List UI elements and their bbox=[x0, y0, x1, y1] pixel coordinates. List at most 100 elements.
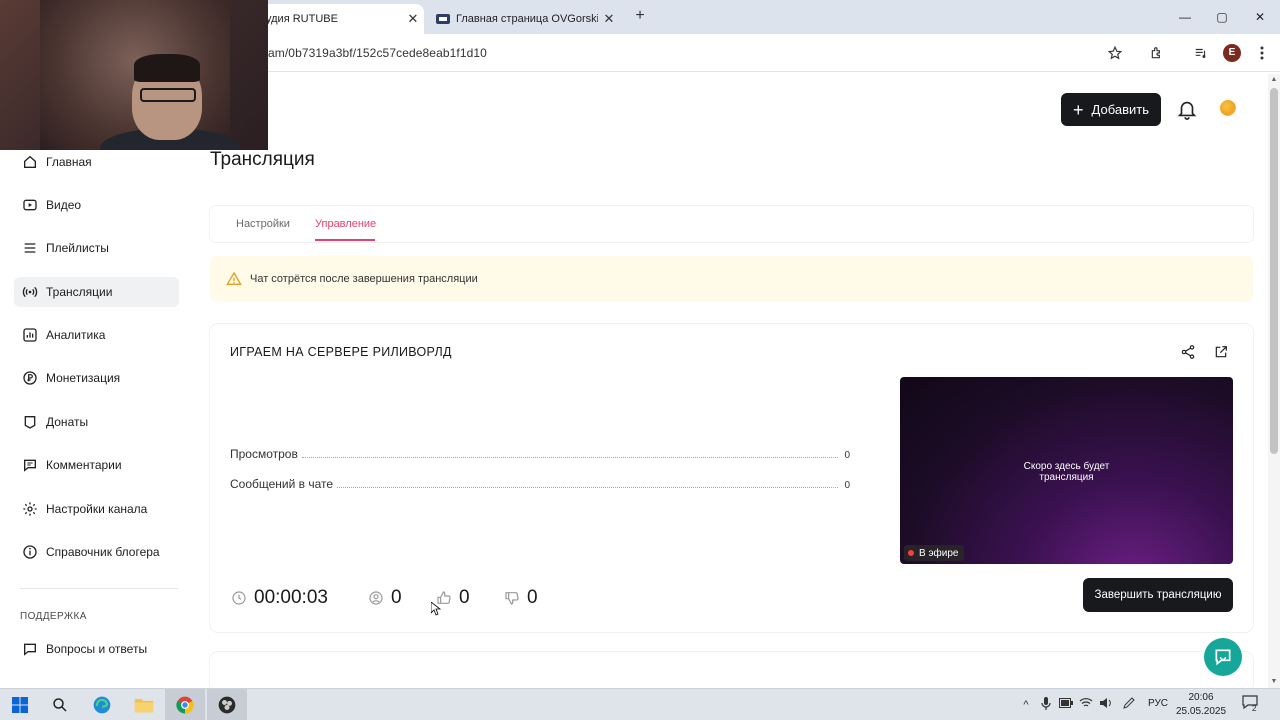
user-avatar[interactable] bbox=[1220, 100, 1236, 116]
thumbs-down-icon bbox=[503, 589, 521, 607]
support-chat-button[interactable] bbox=[1204, 638, 1242, 676]
system-clock[interactable]: 20:06 25.05.2025 bbox=[1176, 691, 1226, 719]
add-button[interactable]: + Добавить bbox=[1061, 93, 1161, 126]
file-explorer-icon[interactable] bbox=[124, 689, 164, 720]
sidebar-item-channel-settings[interactable]: Настройки канала bbox=[14, 494, 179, 524]
scroll-up-icon[interactable]: ▲ bbox=[1268, 74, 1280, 86]
sidebar-item-video[interactable]: Видео bbox=[14, 190, 179, 220]
info-icon bbox=[20, 542, 40, 562]
page-title: Трансляция bbox=[210, 149, 315, 170]
sidebar: Главная Видео Плейлисты Трансляции Анали… bbox=[0, 150, 195, 688]
bookmark-star-icon[interactable] bbox=[1104, 42, 1126, 64]
preview-placeholder-text: Скоро здесь будет трансляция bbox=[900, 461, 1233, 483]
pen-icon[interactable] bbox=[1121, 697, 1137, 713]
browser-tab-rutube[interactable]: удия RUTUBE ✕ bbox=[252, 4, 424, 34]
extensions-icon[interactable] bbox=[1146, 42, 1168, 64]
sidebar-item-label: Плейлисты bbox=[46, 241, 109, 255]
tab-management[interactable]: Управление bbox=[315, 218, 376, 230]
gear-icon bbox=[20, 499, 40, 519]
search-icon[interactable] bbox=[40, 689, 80, 720]
browser-menu-icon[interactable] bbox=[1251, 42, 1273, 64]
sidebar-item-label: Настройки канала bbox=[46, 502, 148, 516]
dotted-leader bbox=[337, 487, 839, 488]
mouse-cursor-icon bbox=[430, 601, 442, 616]
sidebar-item-playlists[interactable]: Плейлисты bbox=[14, 233, 179, 263]
browser-tab-title: Главная страница OVGorskiy bbox=[456, 13, 598, 25]
sidebar-item-home[interactable]: Главная bbox=[14, 147, 179, 177]
sidebar-item-blogger-guide[interactable]: Справочник блогера bbox=[14, 537, 179, 567]
maximize-button[interactable]: ▢ bbox=[1207, 6, 1237, 28]
faq-icon bbox=[20, 639, 40, 659]
obs-studio-icon[interactable] bbox=[207, 689, 247, 720]
close-icon[interactable]: ✕ bbox=[402, 11, 424, 27]
windows-taskbar: ^ РУС 20:06 25.05.2025 2 bbox=[0, 688, 1280, 720]
broadcast-icon bbox=[20, 282, 40, 302]
scroll-thumb[interactable] bbox=[1270, 88, 1278, 454]
notification-center-icon[interactable]: 2 bbox=[1240, 695, 1260, 715]
sidebar-item-label: Донаты bbox=[46, 415, 89, 429]
chat-warning-alert: Чат сотрётся после завершения трансляции bbox=[210, 256, 1253, 302]
webcam-person-glasses bbox=[140, 88, 196, 102]
plus-icon: + bbox=[1073, 99, 1084, 120]
home-icon bbox=[20, 152, 40, 172]
stat-label: Просмотров bbox=[230, 447, 298, 461]
add-button-label: Добавить bbox=[1091, 102, 1149, 117]
webcam-overlay bbox=[0, 0, 268, 150]
media-control-icon[interactable] bbox=[1190, 42, 1212, 64]
chrome-browser-icon[interactable] bbox=[165, 689, 205, 720]
end-stream-button[interactable]: Завершить трансляцию bbox=[1083, 578, 1233, 612]
external-link-icon[interactable] bbox=[1213, 344, 1231, 362]
tab-settings[interactable]: Настройки bbox=[236, 218, 290, 230]
sidebar-item-comments[interactable]: Комментарии bbox=[14, 450, 179, 480]
live-dot-icon bbox=[908, 550, 914, 556]
viewers-value: 0 bbox=[391, 587, 402, 608]
share-icon[interactable] bbox=[1180, 344, 1198, 362]
windows-start-icon[interactable] bbox=[0, 689, 40, 720]
window-close-button[interactable]: ✕ bbox=[1245, 6, 1275, 28]
page-scrollbar[interactable]: ▲ ▼ bbox=[1268, 74, 1280, 688]
dislikes-value: 0 bbox=[527, 587, 538, 608]
network-icon[interactable] bbox=[1078, 697, 1094, 713]
page-tabs: Настройки Управление bbox=[210, 206, 1253, 242]
sidebar-item-donations[interactable]: Донаты bbox=[14, 407, 179, 437]
sidebar-item-broadcasts[interactable]: Трансляции bbox=[14, 277, 179, 307]
stream-card: ИГРАЕМ НА СЕРВЕРЕ РИЛИВОРЛД Просмотров 0… bbox=[210, 324, 1253, 632]
minimize-button[interactable]: — bbox=[1170, 6, 1200, 28]
tray-chevron-up-icon[interactable]: ^ bbox=[1018, 697, 1034, 713]
sidebar-item-faq[interactable]: Вопросы и ответы bbox=[14, 634, 179, 664]
sidebar-item-label: Аналитика bbox=[46, 328, 106, 342]
ruble-icon bbox=[20, 368, 40, 388]
stat-label: Сообщений в чате bbox=[230, 477, 334, 491]
microphone-icon[interactable] bbox=[1038, 697, 1054, 713]
analytics-icon bbox=[20, 325, 40, 345]
duration-value: 00:00:03 bbox=[254, 587, 328, 608]
live-badge: В эфире bbox=[904, 545, 964, 561]
bell-icon[interactable] bbox=[1176, 97, 1198, 121]
video-icon bbox=[20, 195, 40, 215]
browser-tab-title: удия RUTUBE bbox=[266, 13, 338, 25]
scroll-down-icon[interactable]: ▼ bbox=[1268, 676, 1280, 688]
clock-icon bbox=[230, 589, 248, 607]
wordpress-icon bbox=[436, 13, 450, 25]
webcam-person-hair bbox=[134, 54, 200, 82]
sidebar-item-analytics[interactable]: Аналитика bbox=[14, 320, 179, 350]
close-icon[interactable]: ✕ bbox=[598, 11, 620, 27]
browser-profile-avatar[interactable]: E bbox=[1223, 44, 1241, 62]
sidebar-item-label: Главная bbox=[46, 155, 92, 169]
edge-browser-icon[interactable] bbox=[82, 689, 122, 720]
sidebar-divider bbox=[20, 588, 178, 589]
alert-text: Чат сотрётся после завершения трансляции bbox=[250, 273, 478, 285]
input-language[interactable]: РУС bbox=[1148, 698, 1168, 709]
sidebar-item-monetization[interactable]: Монетизация bbox=[14, 363, 179, 393]
notification-count: 2 bbox=[1252, 704, 1257, 713]
volume-icon[interactable] bbox=[1098, 697, 1114, 713]
battery-icon[interactable] bbox=[1058, 697, 1074, 713]
sidebar-item-label: Справочник блогера bbox=[46, 545, 160, 559]
new-tab-button[interactable]: + bbox=[630, 6, 650, 26]
sidebar-section-support: ПОДДЕРЖКА bbox=[20, 611, 87, 622]
stream-preview[interactable]: Скоро здесь будет трансляция В эфире bbox=[900, 377, 1233, 564]
address-bar[interactable]: am/0b7319a3bf/152c57cede8eab1f1d10 bbox=[268, 46, 487, 60]
dislikes-counter: 0 bbox=[503, 586, 538, 610]
stream-title: ИГРАЕМ НА СЕРВЕРЕ РИЛИВОРЛД bbox=[230, 345, 452, 359]
browser-tab-ovgorskiy[interactable]: Главная страница OVGorskiy ✕ bbox=[428, 4, 620, 34]
